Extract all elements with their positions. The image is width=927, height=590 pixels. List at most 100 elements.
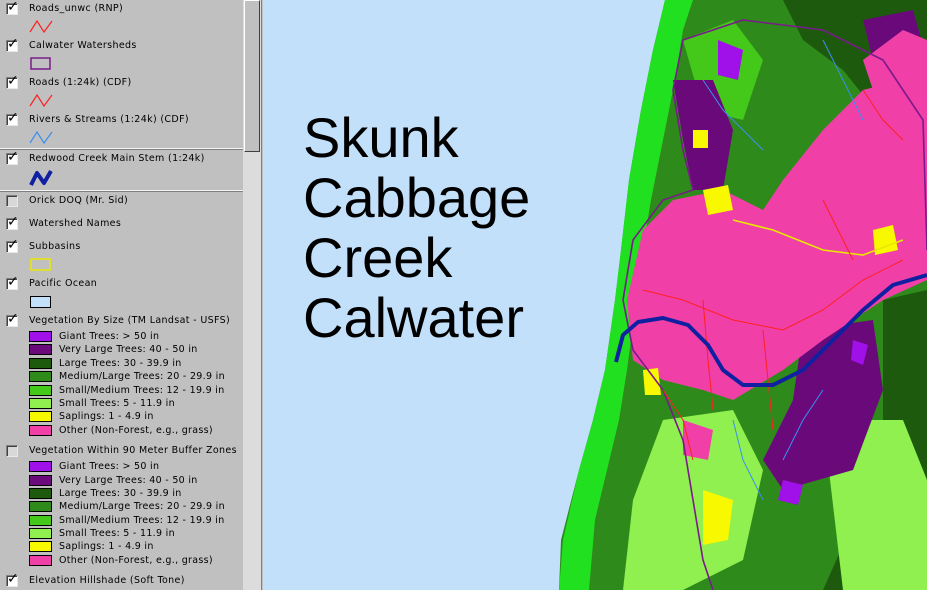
legend-swatch (29, 541, 52, 553)
checkmark-icon: ✓ (7, 571, 19, 588)
layer-name: Vegetation Within 90 Meter Buffer Zones (29, 445, 237, 457)
layer-name: Pacific Ocean (29, 278, 98, 289)
legend-class: Small Trees: 5 - 11.9 in (0, 397, 243, 410)
layer-header[interactable]: ✓ Roads (1:24k) (CDF) (0, 73, 243, 92)
layer-vegetation-by-size-tm-landsat-usfs[interactable]: ✓ Vegetation By Size (TM Landsat - USFS) G… (0, 311, 243, 442)
layer-visibility-checkbox[interactable]: ✓ (6, 571, 19, 588)
legend-class-label: Small/Medium Trees: 12 - 19.9 in (59, 514, 225, 526)
legend-swatch (29, 554, 52, 566)
map-view[interactable]: Skunk Cabbage Creek Calwater (263, 0, 927, 590)
legend-swatch (29, 474, 52, 486)
legend-class-label: Saplings: 1 - 4.9 in (59, 541, 154, 553)
layer-header[interactable]: Orick DOQ (Mr. Sid) (0, 192, 243, 210)
layer-visibility-checkbox[interactable]: ✓ (6, 36, 19, 52)
layer-symbol-icon (29, 256, 53, 272)
checkmark-icon: ✓ (7, 36, 19, 52)
legend-class: Saplings: 1 - 4.9 in (0, 410, 243, 423)
layer-visibility-checkbox[interactable]: ✓ (6, 149, 19, 165)
legend-class-label: Very Large Trees: 40 - 50 in (59, 474, 198, 486)
layer-calwater-watersheds[interactable]: ✓ Calwater Watersheds (0, 36, 243, 74)
layer-header[interactable]: ✓ Elevation Hillshade (Soft Tone) (0, 571, 243, 590)
legend-class: Saplings: 1 - 4.9 in (0, 540, 243, 553)
legend-class-label: Saplings: 1 - 4.9 in (59, 411, 154, 423)
checkmark-icon: ✓ (7, 110, 19, 126)
layer-pacific-ocean[interactable]: ✓ Pacific Ocean (0, 274, 243, 312)
legend-class-label: Large Trees: 30 - 39.9 in (59, 487, 182, 499)
legend-class: Small/Medium Trees: 12 - 19.9 in (0, 514, 243, 527)
legend-class-label: Giant Trees: > 50 in (59, 461, 160, 473)
layer-visibility-checkbox[interactable]: ✓ (6, 237, 19, 253)
legend-class-label: Medium/Large Trees: 20 - 29.9 in (59, 371, 225, 383)
checkmark-icon: ✓ (7, 311, 19, 327)
legend-swatch (29, 357, 52, 369)
layer-roads-unwc-rnp[interactable]: ✓ Roads_unwc (RNP) (0, 0, 243, 37)
layer-symbol-icon (29, 168, 53, 186)
layer-visibility-checkbox[interactable]: ✓ (6, 0, 19, 15)
layer-header[interactable]: ✓ Roads_unwc (RNP) (0, 0, 243, 18)
saplings-patch (703, 185, 733, 215)
layer-subbasins[interactable]: ✓ Subbasins (0, 237, 243, 275)
layer-orick-doq-mr-sid[interactable]: Orick DOQ (Mr. Sid) (0, 192, 243, 215)
layer-header[interactable]: ✓ Vegetation By Size (TM Landsat - USFS) (0, 311, 243, 330)
legend-class-label: Small Trees: 5 - 11.9 in (59, 397, 175, 409)
legend-swatch (29, 331, 52, 342)
layer-visibility-checkbox[interactable] (6, 445, 18, 458)
layer-visibility-checkbox[interactable] (6, 195, 18, 207)
legend-class: Medium/Large Trees: 20 - 29.9 in (0, 500, 243, 513)
legend-class: Other (Non-Forest, e.g., grass) (0, 424, 243, 437)
legend-swatch (29, 397, 52, 409)
layer-name: Roads_unwc (RNP) (29, 3, 124, 14)
layer-symbol-icon (29, 92, 53, 108)
toc-scrollbar-thumb[interactable] (244, 0, 260, 152)
layer-visibility-checkbox[interactable]: ✓ (6, 274, 19, 290)
checkmark-icon: ✓ (7, 73, 19, 89)
legend-swatch (29, 384, 52, 396)
legend-class-label: Other (Non-Forest, e.g., grass) (59, 424, 213, 436)
map-title-line-2: Cabbage (303, 166, 531, 229)
checkmark-icon: ✓ (7, 274, 19, 290)
layer-header[interactable]: ✓ Redwood Creek Main Stem (1:24k) (0, 149, 243, 168)
layer-header[interactable]: ✓ Pacific Ocean (0, 274, 243, 293)
layer-name: Orick DOQ (Mr. Sid) (29, 195, 129, 206)
legend-swatch (29, 514, 52, 526)
legend-class-label: Small Trees: 5 - 11.9 in (59, 528, 175, 540)
layer-visibility-checkbox[interactable]: ✓ (6, 73, 19, 89)
layer-symbol-icon (29, 18, 53, 34)
layer-elevation-hillshade-soft-tone[interactable]: ✓ Elevation Hillshade (Soft Tone) (0, 571, 243, 590)
legend-class: Very Large Trees: 40 - 50 in (0, 343, 243, 356)
layer-header[interactable]: ✓ Watershed Names (0, 214, 243, 233)
toc-scrollbar[interactable] (243, 0, 261, 590)
legend-swatch (29, 424, 52, 436)
legend-class-label: Medium/Large Trees: 20 - 29.9 in (59, 501, 225, 513)
layer-visibility-checkbox[interactable]: ✓ (6, 214, 19, 230)
layer-visibility-checkbox[interactable]: ✓ (6, 110, 19, 126)
layer-watershed-names[interactable]: ✓ Watershed Names (0, 214, 243, 238)
legend-class: Medium/Large Trees: 20 - 29.9 in (0, 370, 243, 383)
legend-class-label: Giant Trees: > 50 in (59, 331, 160, 342)
layer-name: Watershed Names (29, 218, 122, 229)
layer-list[interactable]: ✓ Roads_unwc (RNP) ✓ Calwater Watersheds ✓ Ro… (0, 0, 243, 590)
legend-class: Giant Trees: > 50 in (0, 330, 243, 343)
layer-header[interactable]: ✓ Subbasins (0, 237, 243, 256)
layer-rivers-streams-1-24k-cdf[interactable]: ✓ Rivers & Streams (1:24k) (CDF) (0, 110, 243, 148)
map-title-line-4: Calwater (303, 286, 524, 349)
saplings-patch (643, 368, 661, 395)
layer-visibility-checkbox[interactable]: ✓ (6, 311, 19, 327)
map-title-line-3: Creek (303, 226, 453, 289)
layer-header[interactable]: ✓ Calwater Watersheds (0, 36, 243, 55)
legend-class: Small/Medium Trees: 12 - 19.9 in (0, 384, 243, 397)
layer-redwood-creek-main-stem-1-24k[interactable]: ✓ Redwood Creek Main Stem (1:24k) (0, 149, 243, 190)
layer-header[interactable]: ✓ Rivers & Streams (1:24k) (CDF) (0, 110, 243, 129)
legend-swatch (29, 528, 52, 540)
table-of-contents: ✓ Roads_unwc (RNP) ✓ Calwater Watersheds ✓ Ro… (0, 0, 262, 590)
legend-swatch (29, 461, 52, 473)
layer-header[interactable]: Vegetation Within 90 Meter Buffer Zones (0, 442, 243, 460)
checkmark-icon: ✓ (7, 237, 19, 253)
legend-class: Other (Non-Forest, e.g., grass) (0, 554, 243, 567)
layer-roads-1-24k-cdf[interactable]: ✓ Roads (1:24k) (CDF) (0, 73, 243, 111)
layer-vegetation-within-90-meter-buffer-zones[interactable]: Vegetation Within 90 Meter Buffer Zones G… (0, 442, 243, 572)
legend-class: Giant Trees: > 50 in (0, 460, 243, 473)
legend-swatch (29, 344, 52, 356)
layer-symbol-icon (29, 293, 53, 309)
legend-swatch (29, 501, 52, 513)
